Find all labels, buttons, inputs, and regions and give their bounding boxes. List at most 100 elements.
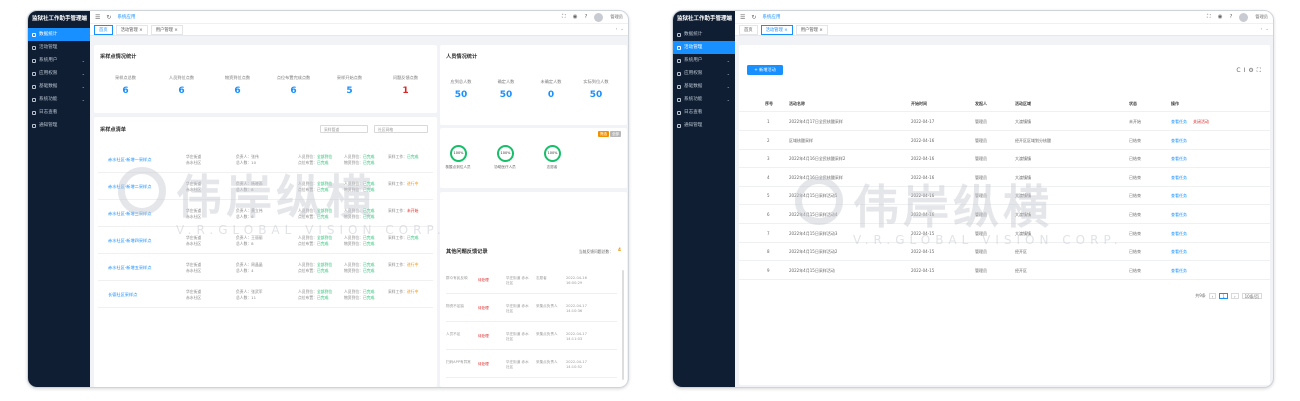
status-line: 点位布置：已完成 [298, 214, 332, 220]
issues-scrollbar[interactable] [622, 270, 624, 380]
fullscreen-table-icon[interactable]: ⛶ [1257, 67, 1264, 74]
tab-users[interactable]: 用户管理 × [150, 24, 183, 35]
sidebar-item[interactable]: 通知管理 [28, 119, 90, 132]
tab-users[interactable]: 用户管理 × [795, 24, 828, 35]
sidebar-item[interactable]: 日志查看 [28, 106, 90, 119]
fullscreen-icon[interactable]: ⛶ [562, 14, 566, 21]
sidebar-item[interactable]: 系统功能 ⌄ [673, 93, 735, 106]
settings-icon[interactable]: ⚙ [1248, 67, 1256, 74]
sidebar-item[interactable]: 活动管理 [673, 41, 735, 54]
table-cell-name: 2022年4月15日采样活动3 [789, 230, 838, 236]
status-label: 物资到位： [344, 241, 363, 246]
app-brand: 监狱社工作助手管理端 [32, 16, 88, 22]
filter-tag[interactable]: 筛选 [598, 131, 609, 137]
view-task-link[interactable]: 查看任务 [1171, 268, 1187, 274]
table-header-cell: 状态 [1129, 101, 1137, 106]
work-status: 进行中 [406, 181, 419, 186]
sample-point-link[interactable]: 赤水社区-新增三采样点 [108, 211, 151, 217]
breadcrumb[interactable]: 系统应用 [117, 14, 135, 20]
table-header-line [739, 111, 1270, 112]
sample-point-link[interactable]: 赤水社区-新增四采样点 [108, 238, 151, 244]
tab-activity[interactable]: 活动管理 × [115, 24, 148, 35]
tab-scroll-icon[interactable]: › ⌄ [616, 27, 624, 32]
view-task-link[interactable]: 查看任务 [1171, 249, 1187, 255]
status-label: 人员到位： [298, 235, 317, 240]
user-name[interactable]: 管理员 [610, 14, 623, 20]
sidebar-item[interactable]: 基础数据 ⌄ [673, 80, 735, 93]
street-select[interactable]: 采样管道 [320, 125, 368, 133]
question-icon[interactable]: ? [1230, 14, 1233, 20]
sample-point-link[interactable]: 赤水社区-新增二采样点 [108, 184, 151, 190]
avatar[interactable] [1239, 12, 1249, 22]
sidebar-item[interactable]: 系统用户 ⌄ [673, 54, 735, 67]
sample-point-link[interactable]: 长德社区采样点 [108, 292, 137, 298]
sidebar-item[interactable]: 数据统计 [28, 28, 90, 41]
status-value: 全部到位 [316, 235, 333, 240]
sidebar-item[interactable]: 应用权限 ⌄ [673, 67, 735, 80]
refresh-icon[interactable]: ↻ [751, 14, 756, 21]
fullscreen-icon[interactable]: ⛶ [1207, 14, 1211, 21]
status-label: 物资到位： [344, 268, 363, 273]
prev-page-button[interactable]: ‹ [1208, 293, 1217, 299]
table-cell-start: 2022-04-15 [911, 249, 935, 255]
status-value: 已完成 [362, 160, 375, 165]
view-task-link[interactable]: 查看任务 [1171, 212, 1187, 218]
sidebar-item[interactable]: 系统功能 ⌄ [28, 93, 90, 106]
sidebar-item[interactable]: 应用权限 ⌄ [28, 67, 90, 80]
refresh-icon[interactable]: ↻ [106, 14, 111, 21]
question-icon[interactable]: ? [585, 14, 588, 20]
sidebar-item[interactable]: 数据统计 [673, 28, 735, 41]
view-task-link[interactable]: 查看任务 [1171, 231, 1187, 237]
tab-scroll-icon[interactable]: › ⌄ [1261, 27, 1269, 32]
sidebar-item[interactable]: 日志查看 [673, 106, 735, 119]
community-select[interactable]: 社区网格 [374, 125, 428, 133]
table-cell-by: 管理员 [975, 174, 987, 180]
github-icon[interactable]: ◉ [1218, 14, 1223, 20]
view-task-link[interactable]: 查看任务 [1171, 119, 1187, 125]
table-cell-start: 2022-04-16 [911, 156, 935, 162]
tab-home[interactable]: 首页 [94, 24, 113, 35]
sample-work: 采样工作：已完成 [388, 235, 418, 241]
close-activity-link[interactable]: 关闭活动 [1193, 119, 1209, 125]
sidebar-item[interactable]: 通知管理 [673, 119, 735, 132]
table-cell-status: 已结束 [1129, 137, 1141, 143]
github-icon[interactable]: ◉ [573, 14, 578, 20]
sample-leader: 负责人：张伟 总人数：10 [236, 154, 259, 166]
sample-point-link[interactable]: 赤水社区-新增五采样点 [108, 265, 151, 271]
user-name[interactable]: 管理员 [1255, 14, 1268, 20]
people-stat-value: 50 [454, 90, 468, 100]
breadcrumb[interactable]: 系统应用 [762, 14, 780, 20]
add-activity-button[interactable]: + 新增活动 [747, 65, 783, 75]
status-line: 物资到位：已完成 [344, 160, 374, 166]
view-task-link[interactable]: 查看任务 [1171, 193, 1187, 199]
activity-window: 监狱社工作助手管理端 数据统计 活动管理 系统用户 ⌄ 应用权限 ⌄ 基础数据 ⌄ 系统功能 ⌄ 日… [672, 10, 1274, 388]
view-task-link[interactable]: 查看任务 [1171, 138, 1187, 144]
page-size-select[interactable]: 10条/页 [1241, 293, 1262, 299]
avatar[interactable] [594, 12, 604, 22]
sidebar-item[interactable]: 基础数据 ⌄ [28, 80, 90, 93]
people-stat-label: 未确定人数 [540, 79, 562, 84]
table-cell-no: 9 [767, 267, 770, 273]
view-task-link[interactable]: 查看任务 [1171, 156, 1187, 162]
menu-toggle-icon[interactable]: ☰ [95, 14, 100, 21]
next-page-button[interactable]: › [1230, 293, 1239, 299]
tab-home[interactable]: 首页 [739, 24, 758, 35]
sidebar-item[interactable]: 活动管理 [28, 41, 90, 54]
status-label: 物资到位： [344, 187, 363, 192]
refresh-table-icon[interactable]: C [1236, 67, 1243, 74]
tab-activity[interactable]: 活动管理 × [760, 24, 793, 35]
page-1-button[interactable]: 1 [1219, 293, 1228, 299]
community: 赤水社区 [186, 268, 202, 273]
issue-place: 华庄街道 赤水社区 [506, 276, 529, 285]
sample-point-link[interactable]: 赤水社区-新增一采样点 [108, 157, 151, 163]
count: 总人数：8 [236, 241, 254, 246]
menu-icon [677, 32, 681, 37]
menu-toggle-icon[interactable]: ☰ [740, 14, 745, 21]
table-cell-no: 4 [767, 174, 770, 180]
status-label: 点位布置： [298, 268, 317, 273]
ratio-ring-label: 协助医疗人员 [494, 165, 516, 169]
view-task-link[interactable]: 查看任务 [1171, 175, 1187, 181]
sidebar-item[interactable]: 系统用户 ⌄ [28, 54, 90, 67]
all-tag[interactable]: 全部 [610, 131, 621, 137]
table-row: 赤水社区-新增二采样点 华庄街道 赤水社区 负责人：杨晓雨 总人数：8 人员到位：全部到位… [98, 174, 433, 200]
